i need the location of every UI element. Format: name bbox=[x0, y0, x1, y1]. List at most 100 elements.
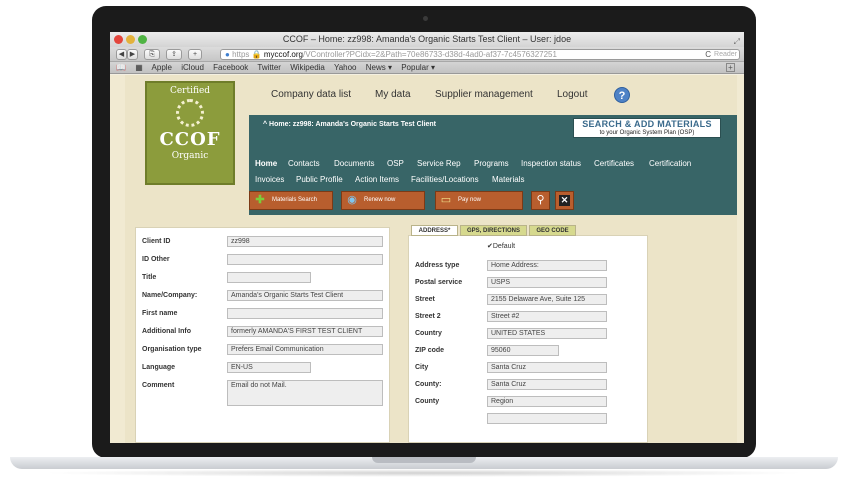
nav-supplier-management[interactable]: Supplier management bbox=[435, 89, 533, 100]
menu-contacts[interactable]: Contacts bbox=[288, 159, 320, 168]
nav-logout[interactable]: Logout bbox=[557, 89, 588, 100]
laptop-notch bbox=[372, 457, 476, 463]
sun-icon bbox=[176, 99, 204, 127]
address-type-field[interactable]: Home Address: bbox=[487, 260, 607, 271]
minimize-window-button[interactable] bbox=[126, 35, 135, 44]
street-2-field[interactable]: Street #2 bbox=[487, 311, 607, 322]
first-name-field[interactable] bbox=[227, 308, 383, 319]
menu-public-profile[interactable]: Public Profile bbox=[296, 175, 343, 184]
close-button[interactable]: ✕ bbox=[555, 191, 574, 210]
top-sites-icon[interactable]: ▦ bbox=[135, 63, 143, 72]
county-colon-field[interactable]: Santa Cruz bbox=[487, 379, 607, 390]
globe-icon: ● bbox=[225, 50, 230, 59]
magnifier-icon[interactable]: ⚲ bbox=[531, 191, 550, 210]
credit-card-icon: ▭ bbox=[440, 194, 452, 206]
address-form: Address type Home Address: Postal servic… bbox=[415, 258, 645, 443]
client-id-field[interactable]: zz998 bbox=[227, 236, 383, 247]
default-label: Default bbox=[492, 243, 516, 250]
menu-certification[interactable]: Certification bbox=[649, 159, 691, 168]
city-field[interactable]: Santa Cruz bbox=[487, 362, 607, 373]
client-info-panel: Client ID zz998 ID Other Title Name/Comp… bbox=[135, 227, 390, 443]
menu-osp[interactable]: OSP bbox=[387, 159, 404, 168]
menu-inspection-status[interactable]: Inspection status bbox=[521, 159, 581, 168]
label-city: City bbox=[415, 364, 429, 371]
id-other-field[interactable] bbox=[227, 254, 383, 265]
reading-list-icon[interactable]: 📖 bbox=[116, 63, 126, 72]
menu-facilities-locations[interactable]: Facilities/Locations bbox=[411, 175, 479, 184]
menu-service-rep[interactable]: Service Rep bbox=[417, 159, 461, 168]
bookmarks-button[interactable]: ⎘ bbox=[144, 49, 160, 60]
help-icon[interactable]: ? bbox=[614, 87, 630, 103]
organisation-type-field[interactable]: Prefers Email Communication bbox=[227, 344, 383, 355]
laptop-shadow bbox=[40, 469, 808, 477]
share-button[interactable]: ⇪ bbox=[166, 49, 182, 60]
search-materials-title: SEARCH & ADD MATERIALS bbox=[582, 119, 712, 129]
search-add-materials-banner[interactable]: SEARCH & ADD MATERIALS to your Organic S… bbox=[573, 118, 721, 138]
client-form: Client ID zz998 ID Other Title Name/Comp… bbox=[142, 234, 387, 434]
zoom-window-button[interactable] bbox=[138, 35, 147, 44]
label-client-id: Client ID bbox=[142, 238, 171, 245]
browser-window: CCOF – Home: zz998: Amanda's Organic Sta… bbox=[110, 32, 744, 443]
close-icon: ✕ bbox=[559, 195, 570, 206]
label-language: Language bbox=[142, 364, 176, 371]
new-tab-button[interactable]: + bbox=[188, 49, 202, 60]
country-field[interactable]: UNITED STATES bbox=[487, 328, 607, 339]
close-window-button[interactable] bbox=[114, 35, 123, 44]
menu-invoices[interactable]: Invoices bbox=[255, 175, 284, 184]
default-checkbox[interactable]: ✔Default bbox=[487, 242, 515, 250]
renew-now-label: Renew now bbox=[364, 197, 396, 203]
title-bar: CCOF – Home: zz998: Amanda's Organic Sta… bbox=[110, 32, 744, 47]
url-domain: myccof.org bbox=[263, 50, 303, 59]
bookmark-popular[interactable]: Popular ▾ bbox=[401, 63, 435, 72]
label-address-type: Address type bbox=[415, 262, 460, 269]
menu-action-items[interactable]: Action Items bbox=[355, 175, 399, 184]
bookmark-apple[interactable]: Apple bbox=[152, 63, 172, 72]
tab-gps-directions[interactable]: GPS, DIRECTIONS bbox=[460, 225, 527, 236]
additional-info-field[interactable]: formerly AMANDA'S FIRST TEST CLIENT bbox=[227, 326, 383, 337]
forward-button[interactable]: ▶ bbox=[127, 49, 138, 60]
zip-code-field[interactable]: 95060 bbox=[487, 345, 559, 356]
label-street: Street bbox=[415, 296, 435, 303]
pay-now-button[interactable]: ▭ Pay now bbox=[435, 191, 523, 210]
address-bar[interactable]: ● https 🔒 myccof.org/VController?PCidx=2… bbox=[220, 49, 740, 60]
bookmark-news[interactable]: News ▾ bbox=[366, 63, 392, 72]
bookmark-twitter[interactable]: Twitter bbox=[257, 63, 281, 72]
search-materials-subtitle: to your Organic System Plan (OSP) bbox=[599, 130, 695, 136]
bookmark-yahoo[interactable]: Yahoo bbox=[334, 63, 357, 72]
bookmark-icloud[interactable]: iCloud bbox=[181, 63, 204, 72]
tab-address[interactable]: ADDRESS* bbox=[411, 225, 458, 236]
postal-service-field[interactable]: USPS bbox=[487, 277, 607, 288]
nav-company-data-list[interactable]: Company data list bbox=[271, 89, 351, 100]
bookmark-wikipedia[interactable]: Wikipedia bbox=[290, 63, 325, 72]
name-company-field[interactable]: Amanda's Organic Starts Test Client bbox=[227, 290, 383, 301]
comment-field[interactable]: Email do not Mail. bbox=[227, 380, 383, 406]
menu-materials[interactable]: Materials bbox=[492, 175, 524, 184]
logo-name: CCOF bbox=[159, 129, 221, 150]
menu-documents[interactable]: Documents bbox=[334, 159, 374, 168]
label-county-colon: County: bbox=[415, 381, 442, 388]
url-protocol: https bbox=[232, 50, 250, 59]
next-field-partial[interactable] bbox=[487, 413, 607, 424]
lock-icon: 🔒 bbox=[251, 50, 262, 59]
menu-home[interactable]: Home bbox=[255, 159, 277, 168]
language-field[interactable]: EN-US bbox=[227, 362, 311, 373]
back-button[interactable]: ◀ bbox=[116, 49, 127, 60]
county-field[interactable]: Region bbox=[487, 396, 607, 407]
add-tab-icon[interactable]: + bbox=[726, 63, 735, 72]
menu-certificates[interactable]: Certificates bbox=[594, 159, 634, 168]
reader-button[interactable]: Reader bbox=[714, 50, 737, 59]
label-organisation-type: Organisation type bbox=[142, 346, 202, 353]
menu-programs[interactable]: Programs bbox=[474, 159, 509, 168]
title-field[interactable] bbox=[227, 272, 311, 283]
breadcrumb[interactable]: ^ Home: zz998: Amanda's Organic Starts T… bbox=[263, 121, 436, 128]
nav-my-data[interactable]: My data bbox=[375, 89, 411, 100]
web-page: Certified CCOF Organic Company data list… bbox=[110, 75, 744, 443]
ccof-logo[interactable]: Certified CCOF Organic bbox=[145, 81, 235, 185]
street-field[interactable]: 2155 Delaware Ave, Suite 125 bbox=[487, 294, 607, 305]
reload-icon[interactable]: C bbox=[705, 50, 711, 59]
bookmark-facebook[interactable]: Facebook bbox=[213, 63, 248, 72]
label-comment: Comment bbox=[142, 382, 175, 389]
tab-geo-code[interactable]: GEO CODE bbox=[529, 225, 576, 236]
renew-now-button[interactable]: ◉ Renew now bbox=[341, 191, 425, 210]
materials-search-button[interactable]: ✚ Materials Search bbox=[249, 191, 333, 210]
